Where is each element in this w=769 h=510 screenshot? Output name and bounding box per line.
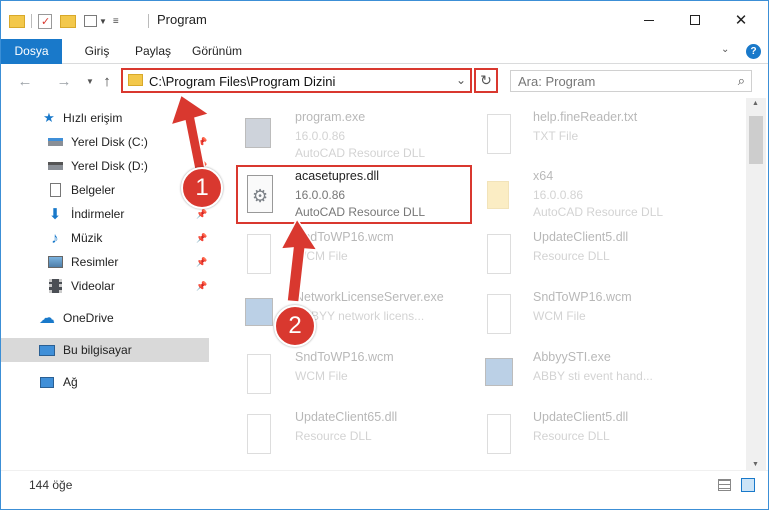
arrow-2: [279, 217, 319, 303]
large-icons-view-icon[interactable]: [741, 478, 755, 492]
vertical-scrollbar[interactable]: ▲ ▼: [746, 98, 766, 470]
scroll-down-icon[interactable]: ▼: [752, 461, 759, 468]
annotation-badge-2: 2: [274, 305, 316, 347]
scroll-up-icon[interactable]: ▲: [752, 100, 759, 107]
annotation-arrows: [169, 93, 319, 303]
status-bar: 144 öğe: [1, 470, 768, 498]
scrollbar-thumb[interactable]: [749, 116, 763, 164]
item-count: 144 öğe: [29, 478, 73, 492]
explorer-window: ✓ ▼ ≡ Program ✕ Dosya Giriş Paylaş Görün…: [0, 0, 769, 510]
details-view-icon[interactable]: [718, 479, 731, 491]
annotation-badge-1: 1: [181, 167, 223, 209]
